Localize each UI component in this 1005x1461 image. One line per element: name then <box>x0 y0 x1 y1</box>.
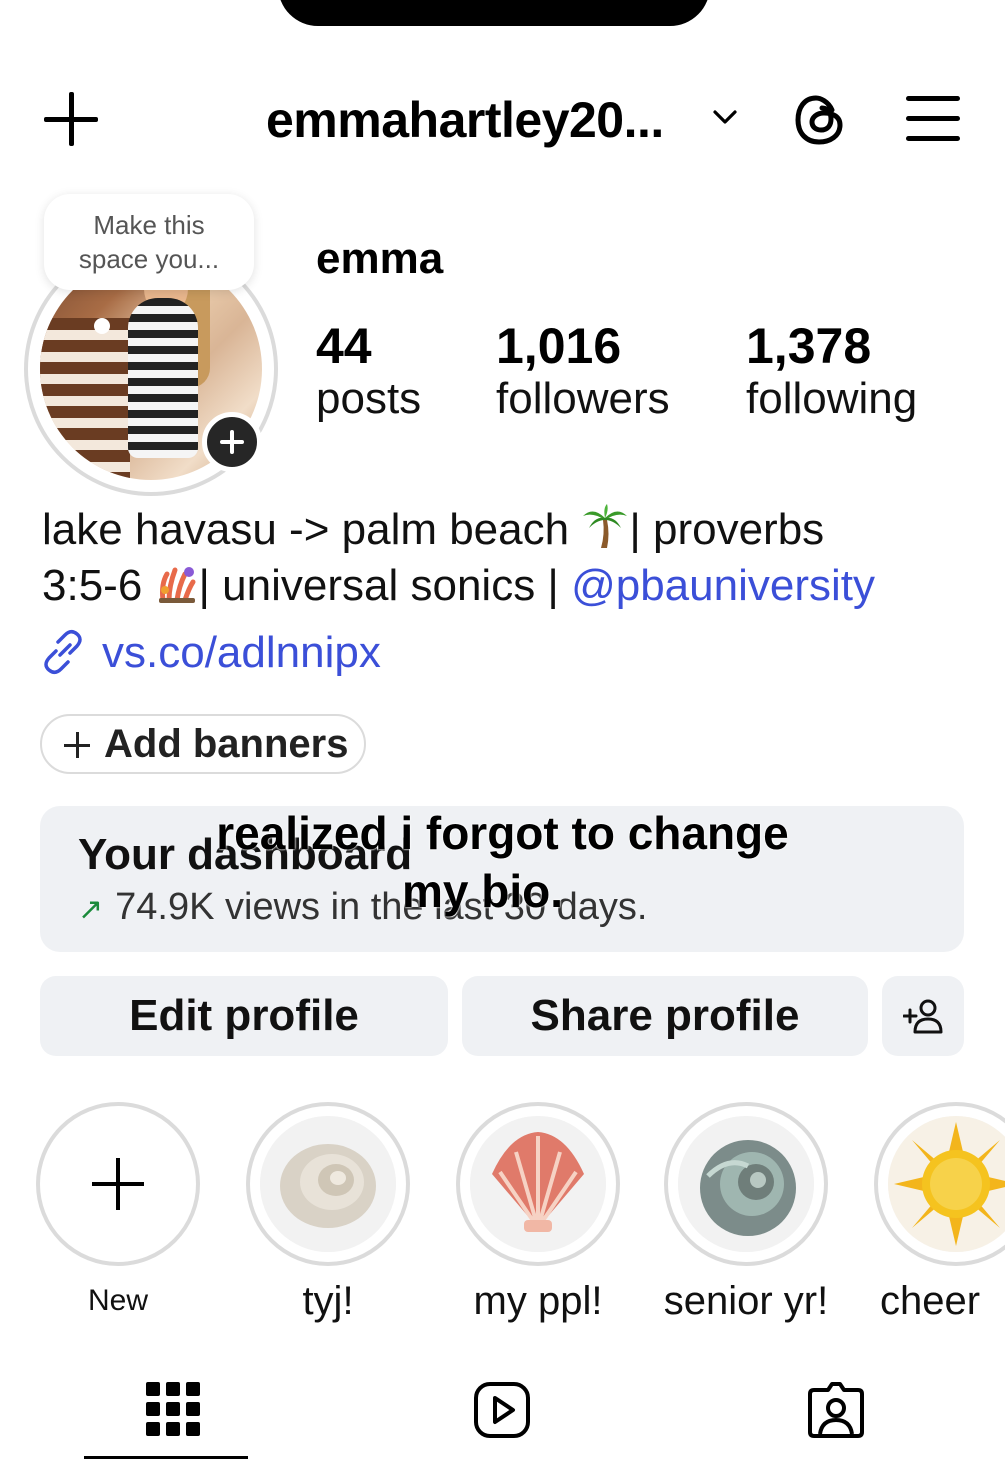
tab-tagged[interactable] <box>806 1380 866 1440</box>
reels-play-icon <box>474 1382 530 1438</box>
plus-icon <box>92 1158 144 1210</box>
share-profile-button[interactable]: Share profile <box>462 976 868 1056</box>
posts-count: 44 <box>316 318 372 374</box>
seashell-icon <box>260 1116 396 1252</box>
discover-people-button[interactable] <box>882 976 964 1056</box>
add-story-button[interactable] <box>202 412 262 472</box>
active-tab-indicator <box>84 1456 248 1459</box>
bio-link[interactable]: vs.co/adlnnipx <box>40 628 381 678</box>
caption-line-2: my bio. <box>401 865 564 917</box>
bio-line1: lake havasu -> palm beach <box>42 505 582 554</box>
note-bubble[interactable]: Make this space you... <box>44 194 254 290</box>
highlight-label: cheer <box>880 1279 981 1323</box>
add-banners-button[interactable]: Add banners <box>40 714 366 774</box>
highlight-label: tyj! <box>302 1279 354 1323</box>
tab-posts-grid[interactable] <box>142 1380 202 1440</box>
threads-icon[interactable] <box>792 92 848 148</box>
caption-line-1: realized i forgot to change <box>216 807 789 859</box>
plus-icon[interactable] <box>44 92 98 146</box>
note-text: Make this space you... <box>78 210 220 274</box>
following-label: following <box>746 374 918 423</box>
hamburger-menu-icon[interactable] <box>906 96 960 142</box>
followers-label: followers <box>496 374 670 423</box>
plus-icon <box>64 732 90 758</box>
highlight-label: senior yr! <box>663 1279 829 1323</box>
palm-tree-icon <box>581 502 629 550</box>
add-banners-label: Add banners <box>104 722 349 766</box>
tab-reels[interactable] <box>472 1380 532 1440</box>
tagged-person-icon <box>808 1382 864 1438</box>
highlight-label: New <box>87 1284 148 1317</box>
bio-line2-middle: | universal sonics | <box>198 561 572 610</box>
bio: lake havasu -> palm beach | proverbs 3:5… <box>42 502 972 614</box>
ammonite-fossil-icon <box>678 1116 814 1252</box>
highlight-senior-yr[interactable] <box>664 1102 828 1266</box>
chevron-down-icon[interactable] <box>712 104 738 130</box>
following-count: 1,378 <box>746 318 872 374</box>
highlight-tyj[interactable] <box>246 1102 410 1266</box>
display-name: emma <box>316 234 444 283</box>
grid-icon <box>146 1382 200 1436</box>
bio-line2-start: 3:5-6 <box>42 561 155 610</box>
add-person-icon <box>902 999 943 1034</box>
new-highlight-button[interactable] <box>36 1102 200 1266</box>
bio-link-text: vs.co/adlnnipx <box>102 628 381 677</box>
highlight-my-ppl[interactable] <box>456 1102 620 1266</box>
note-bubble-tail <box>94 318 110 334</box>
status-bar-notch <box>278 0 710 26</box>
highlight-cheer[interactable] <box>874 1102 1005 1266</box>
bio-line1-rest: | proverbs <box>629 505 825 554</box>
followers-count: 1,016 <box>496 318 622 374</box>
coral-icon <box>155 560 199 604</box>
posts-label: posts <box>316 374 422 423</box>
posts-stat[interactable]: 44 posts <box>316 318 421 424</box>
username-switcher[interactable]: emmahartley20... <box>266 92 664 148</box>
mention-link[interactable]: @pbauniversity <box>571 561 875 610</box>
video-caption-overlay: realized i forgot to change my bio. <box>0 804 1005 920</box>
highlight-label: my ppl! <box>473 1279 603 1323</box>
followers-stat[interactable]: 1,016 followers <box>496 318 670 424</box>
scallop-shell-icon <box>470 1116 606 1252</box>
link-icon <box>44 630 82 674</box>
edit-profile-button[interactable]: Edit profile <box>40 976 448 1056</box>
following-stat[interactable]: 1,378 following <box>746 318 917 424</box>
